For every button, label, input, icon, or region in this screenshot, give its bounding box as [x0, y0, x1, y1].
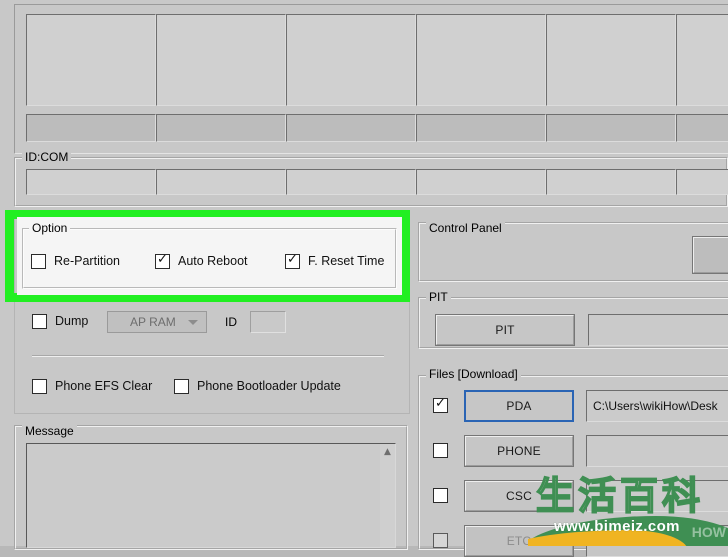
option-label-f-reset-time: F. Reset Time — [308, 254, 385, 268]
dump-mode-combo[interactable]: AP RAM — [107, 311, 207, 333]
phone-efs-clear-label: Phone EFS Clear — [55, 379, 153, 393]
idcom-caption: ID:COM — [22, 150, 72, 164]
device-slot[interactable] — [676, 14, 728, 106]
device-status-cell[interactable] — [286, 114, 416, 142]
pit-path-input[interactable] — [588, 314, 728, 346]
idcom-cell[interactable] — [156, 169, 286, 195]
control-panel-caption: Control Panel — [426, 221, 505, 235]
dump-mode-value: AP RAM — [130, 315, 176, 329]
pda-button[interactable]: PDA — [464, 390, 574, 422]
device-status-cell[interactable] — [546, 114, 676, 142]
device-status-cell[interactable] — [416, 114, 546, 142]
checkbox-box[interactable] — [433, 488, 448, 503]
files-download-caption: Files [Download] — [426, 367, 521, 381]
checkbox-box[interactable] — [32, 379, 47, 394]
checkbox-box[interactable] — [174, 379, 189, 394]
pit-button-label: PIT — [495, 323, 515, 337]
checkbox-box[interactable] — [433, 443, 448, 458]
message-textarea[interactable]: ▲ — [26, 443, 396, 548]
etc-button[interactable]: ETC — [464, 525, 574, 557]
message-scrollbar[interactable] — [380, 444, 395, 547]
checkbox-box[interactable]: ✓ — [155, 252, 170, 269]
csc-path-input[interactable] — [586, 480, 728, 512]
check-tick-icon: ✓ — [435, 396, 446, 411]
option-caption: Option — [29, 221, 71, 235]
divider — [32, 355, 384, 357]
dump-id-input[interactable] — [250, 311, 286, 333]
phone-bootloader-update-label: Phone Bootloader Update — [197, 379, 341, 393]
pit-button[interactable]: PIT — [435, 314, 575, 346]
chevron-down-icon — [188, 320, 198, 325]
idcom-cell[interactable] — [416, 169, 546, 195]
control-panel-action-button[interactable] — [692, 236, 728, 274]
pda-path-input[interactable]: C:\Users\wikiHow\Desk — [586, 390, 728, 422]
check-tick-icon: ✓ — [287, 252, 298, 267]
device-status-cell[interactable] — [26, 114, 156, 142]
option-label-auto-reboot: Auto Reboot — [178, 254, 248, 268]
device-status-cell[interactable] — [676, 114, 728, 142]
csc-button-label: CSC — [506, 489, 532, 503]
device-status-cell[interactable] — [156, 114, 286, 142]
odin-flash-tool-window: ID:COM Option Re-Partition ✓ Auto Reboot… — [0, 0, 728, 557]
pit-caption: PIT — [426, 290, 451, 304]
etc-path-input[interactable] — [586, 525, 728, 557]
idcom-cell[interactable] — [676, 169, 728, 195]
chevron-up-icon[interactable]: ▲ — [380, 444, 395, 459]
csc-button[interactable]: CSC — [464, 480, 574, 512]
pda-path-value: C:\Users\wikiHow\Desk — [593, 399, 718, 413]
checkbox-box[interactable]: ✓ — [433, 396, 448, 413]
phone-path-input[interactable] — [586, 435, 728, 467]
message-caption: Message — [22, 424, 77, 438]
dump-label: Dump — [55, 314, 89, 328]
option-checkbox-f-reset-time[interactable]: ✓ — [285, 252, 300, 269]
device-slot[interactable] — [416, 14, 546, 106]
check-tick-icon: ✓ — [157, 252, 168, 267]
device-slot[interactable] — [546, 14, 676, 106]
phone-button-label: PHONE — [497, 444, 541, 458]
device-slot[interactable] — [286, 14, 416, 106]
checkbox-box[interactable] — [31, 254, 46, 269]
option-checkbox-repartition[interactable] — [31, 254, 46, 269]
option-label-repartition: Re-Partition — [54, 254, 120, 268]
phone-button[interactable]: PHONE — [464, 435, 574, 467]
idcom-cell[interactable] — [286, 169, 416, 195]
device-slot[interactable] — [26, 14, 156, 106]
checkbox-box[interactable]: ✓ — [285, 252, 300, 269]
pda-button-label: PDA — [506, 399, 532, 413]
idcom-cell[interactable] — [546, 169, 676, 195]
option-checkbox-auto-reboot[interactable]: ✓ — [155, 252, 170, 269]
checkbox-box[interactable] — [32, 314, 47, 329]
device-slot[interactable] — [156, 14, 286, 106]
dump-id-label: ID — [225, 315, 237, 329]
idcom-cell[interactable] — [26, 169, 156, 195]
